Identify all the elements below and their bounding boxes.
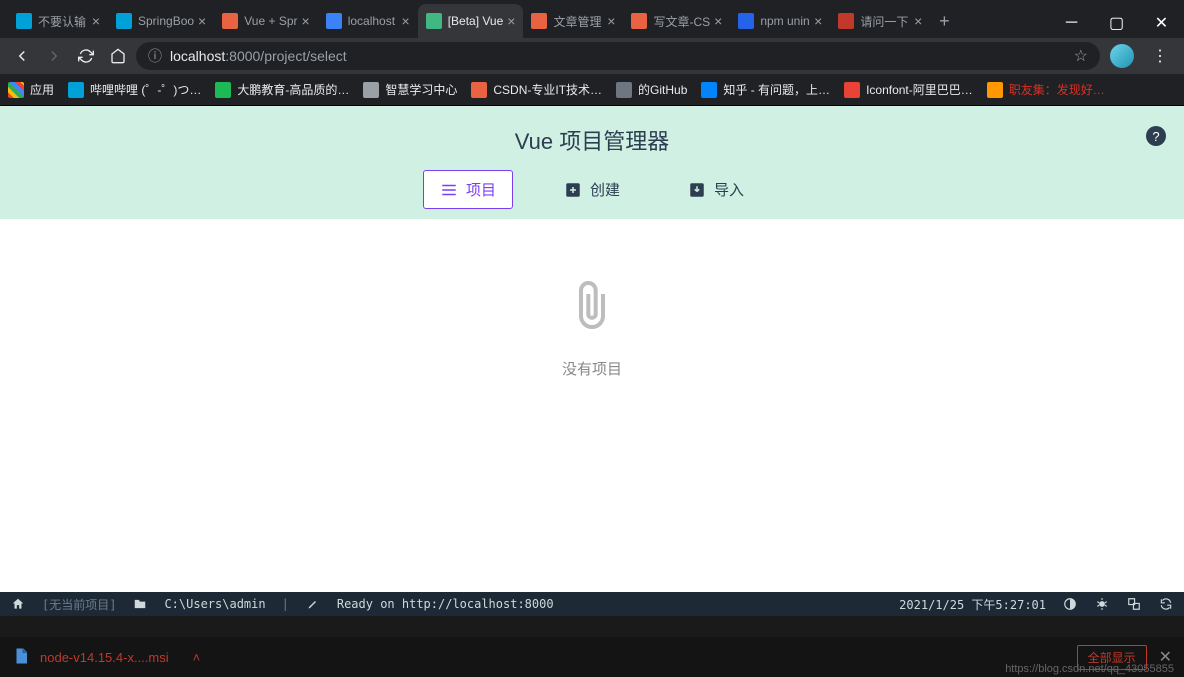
tab-import[interactable]: 导入 <box>671 170 761 209</box>
vue-tab-nav: 项目 创建 导入 <box>0 170 1184 219</box>
tab-title: 写文章-CS <box>653 13 710 30</box>
bookmark-item[interactable]: 的GitHub <box>616 81 687 98</box>
close-icon[interactable]: × <box>607 13 615 29</box>
tab-strip: 不要认输× SpringBoo× Vue + Spr× localhost× [… <box>0 4 1049 38</box>
url-host: localhost <box>170 48 225 64</box>
tab-title: 请问一下 <box>860 13 910 30</box>
ready-message: Ready on http://localhost:8000 <box>337 597 554 611</box>
current-project-label: [无当前项目] <box>42 596 116 613</box>
tab-title: localhost <box>348 14 398 28</box>
close-icon[interactable]: × <box>402 13 410 29</box>
folder-icon[interactable] <box>132 596 148 612</box>
bookmark-item[interactable]: 大鹏教育-高品质的… <box>215 81 349 98</box>
empty-text: 没有项目 <box>562 358 622 379</box>
window-controls: ─ ▢ ✕ <box>1049 8 1184 38</box>
help-button[interactable]: ? <box>1146 126 1166 146</box>
pencil-icon[interactable] <box>305 596 321 612</box>
download-item[interactable]: node-v14.15.4-x....msi ˄ <box>12 647 200 668</box>
bug-icon[interactable] <box>1094 596 1110 612</box>
browser-titlebar: 不要认输× SpringBoo× Vue + Spr× localhost× [… <box>0 0 1184 38</box>
refresh-icon[interactable] <box>1158 596 1174 612</box>
bookmark-item[interactable]: 智慧学习中心 <box>363 81 457 98</box>
reload-button[interactable] <box>72 42 100 70</box>
tab-title: 文章管理 <box>553 13 603 30</box>
url-input[interactable]: ⓘ localhost:8000/project/select ☆ <box>136 42 1100 70</box>
chevron-up-icon[interactable]: ˄ <box>193 650 201 665</box>
bookmarks-bar: 应用 哔哩哔哩 (゜-゜)つ… 大鹏教育-高品质的… 智慧学习中心 CSDN-专… <box>0 74 1184 106</box>
paperclip-icon <box>570 279 614 336</box>
maximize-button[interactable]: ▢ <box>1094 8 1139 38</box>
plus-box-icon <box>564 181 582 199</box>
back-button[interactable] <box>8 42 36 70</box>
close-icon[interactable]: × <box>198 13 206 29</box>
tab-title: SpringBoo <box>138 14 194 28</box>
browser-tab[interactable]: SpringBoo × <box>108 4 214 38</box>
close-icon[interactable]: × <box>714 13 722 29</box>
bookmark-item[interactable]: 职友集：发现好… <box>987 81 1105 98</box>
tab-title: [Beta] Vue <box>448 14 504 28</box>
address-bar-row: ⓘ localhost:8000/project/select ☆ ⋮ <box>0 38 1184 74</box>
tab-title: npm unin <box>760 14 810 28</box>
bookmark-star-icon[interactable]: ☆ <box>1074 46 1088 66</box>
browser-tab[interactable]: 请问一下× <box>830 4 930 38</box>
close-icon[interactable]: × <box>914 13 922 29</box>
cwd-path[interactable]: C:\Users\admin <box>164 597 265 611</box>
tab-projects[interactable]: 项目 <box>423 170 513 209</box>
browser-tab[interactable]: 文章管理× <box>523 4 623 38</box>
contrast-icon[interactable] <box>1062 596 1078 612</box>
bookmark-item[interactable]: 哔哩哔哩 (゜-゜)つ… <box>68 81 201 98</box>
import-icon <box>688 181 706 199</box>
status-timestamp: 2021/1/25 下午5:27:01 <box>899 596 1046 613</box>
page-content: Vue 项目管理器 ? 项目 创建 导入 没有项目 <box>0 106 1184 592</box>
tab-title: Vue + Spr <box>244 14 297 28</box>
browser-menu-button[interactable]: ⋮ <box>1144 46 1176 66</box>
browser-tab-active[interactable]: [Beta] Vue× <box>418 4 524 38</box>
apps-button[interactable]: 应用 <box>8 81 54 98</box>
browser-tab[interactable]: npm unin × <box>730 4 830 38</box>
page-title: Vue 项目管理器 <box>0 124 1184 156</box>
home-button[interactable] <box>104 42 132 70</box>
bookmark-item[interactable]: Iconfont-阿里巴巴… <box>844 81 973 98</box>
file-icon <box>12 647 30 668</box>
url-path: :8000/project/select <box>225 48 346 64</box>
close-icon[interactable]: × <box>507 13 515 29</box>
bookmark-item[interactable]: 知乎 - 有问题，上… <box>701 81 830 98</box>
bookmark-item[interactable]: CSDN-专业IT技术… <box>471 81 602 98</box>
browser-tab[interactable]: Vue + Spr × <box>214 4 317 38</box>
tab-label: 导入 <box>714 179 744 200</box>
close-icon[interactable]: × <box>92 13 100 29</box>
tab-create[interactable]: 创建 <box>547 170 637 209</box>
browser-tab[interactable]: 不要认输× <box>8 4 108 38</box>
close-window-button[interactable]: ✕ <box>1139 8 1184 38</box>
apps-label: 应用 <box>30 81 54 98</box>
browser-tab[interactable]: localhost × <box>318 4 418 38</box>
tab-label: 创建 <box>590 179 620 200</box>
download-filename: node-v14.15.4-x....msi <box>40 650 169 665</box>
vue-status-bar: [无当前项目] C:\Users\admin | Ready on http:/… <box>0 592 1184 616</box>
close-icon[interactable]: × <box>302 13 310 29</box>
tab-title: 不要认输 <box>38 13 88 30</box>
list-icon <box>440 181 458 199</box>
download-shelf: node-v14.15.4-x....msi ˄ 全部显示 ✕ https://… <box>0 637 1184 677</box>
new-tab-button[interactable]: + <box>930 4 958 38</box>
tab-label: 项目 <box>466 179 496 200</box>
close-icon[interactable]: × <box>814 13 822 29</box>
translate-icon[interactable] <box>1126 596 1142 612</box>
watermark: https://blog.csdn.net/qq_43055855 <box>1005 663 1174 675</box>
home-icon[interactable] <box>10 596 26 612</box>
vue-header: Vue 项目管理器 ? 项目 创建 导入 <box>0 106 1184 219</box>
profile-avatar[interactable] <box>1110 44 1134 68</box>
browser-tab[interactable]: 写文章-CS× <box>623 4 730 38</box>
forward-button[interactable] <box>40 42 68 70</box>
empty-state: 没有项目 <box>0 279 1184 379</box>
site-info-icon[interactable]: ⓘ <box>148 46 162 66</box>
minimize-button[interactable]: ─ <box>1049 8 1094 38</box>
